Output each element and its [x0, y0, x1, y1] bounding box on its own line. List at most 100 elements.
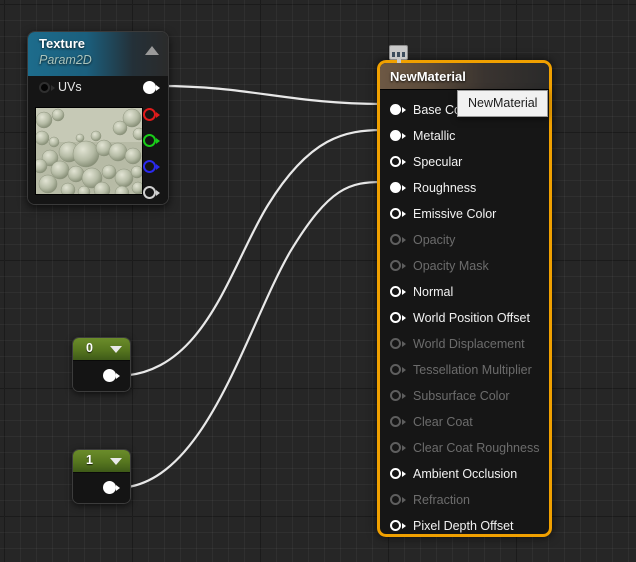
material-pin-row-specular[interactable]: Specular: [380, 149, 549, 175]
pin-ring-icon: [390, 155, 401, 167]
material-pin-metallic[interactable]: [390, 129, 406, 143]
pin-ring-icon: [143, 108, 156, 121]
pin-arrow-icon: [402, 418, 406, 425]
pin-ring-icon: [39, 82, 50, 93]
material-graph-canvas[interactable]: Texture Param2D UVs 0 1 NewMaterial Base…: [0, 0, 636, 562]
triangle-down-icon[interactable]: [110, 458, 122, 465]
material-pin-clear-coat-roughness[interactable]: [390, 441, 406, 455]
pin-ring-icon: [390, 493, 401, 505]
constant-node-1-output-pin[interactable]: [103, 481, 120, 494]
triangle-up-icon[interactable]: [145, 46, 159, 55]
triangle-down-icon[interactable]: [110, 346, 122, 353]
pin-ring-icon: [390, 467, 401, 479]
texture-output-pin-a[interactable]: [143, 186, 160, 199]
material-pin-opacity[interactable]: [390, 233, 406, 247]
pin-arrow-icon: [402, 288, 406, 295]
material-pin-row-tessellation-multiplier[interactable]: Tessellation Multiplier: [380, 357, 549, 383]
material-pin-row-emissive-color[interactable]: Emissive Color: [380, 201, 549, 227]
texture-output-pin-b[interactable]: [143, 160, 160, 173]
material-pin-label: Normal: [413, 285, 454, 299]
material-pin-row-metallic[interactable]: Metallic: [380, 123, 549, 149]
pin-arrow-icon: [156, 163, 160, 170]
material-pin-label: Tessellation Multiplier: [413, 363, 532, 377]
badge-dot: [402, 52, 405, 57]
material-pin-label: Metallic: [413, 129, 456, 143]
material-pin-ambient-occlusion[interactable]: [390, 467, 406, 481]
pin-ring-icon: [143, 81, 156, 94]
material-node-tooltip: NewMaterial: [457, 90, 549, 117]
material-pin-world-position-offset[interactable]: [390, 311, 406, 325]
material-pin-row-clear-coat[interactable]: Clear Coat: [380, 409, 549, 435]
material-pin-row-opacity[interactable]: Opacity: [380, 227, 549, 253]
material-pin-subsurface-color[interactable]: [390, 389, 406, 403]
constant-node-1[interactable]: 1: [72, 449, 131, 504]
material-apply-icon: [389, 45, 408, 63]
pin-ring-icon: [390, 259, 401, 271]
pin-arrow-icon: [402, 392, 406, 399]
constant-node-0-header[interactable]: 0: [73, 338, 130, 361]
material-node-header[interactable]: NewMaterial: [380, 63, 549, 90]
pin-arrow-icon: [51, 85, 55, 91]
material-pin-pixel-depth-offset[interactable]: [390, 519, 406, 533]
texture-thumbnail-image: [36, 108, 142, 194]
material-pin-clear-coat[interactable]: [390, 415, 406, 429]
material-pin-label: Opacity: [413, 233, 456, 247]
material-pin-row-normal[interactable]: Normal: [380, 279, 549, 305]
texture-node-header[interactable]: Texture Param2D: [28, 32, 168, 76]
pin-arrow-icon: [156, 137, 160, 144]
texture-output-pin-r[interactable]: [143, 108, 160, 121]
pin-arrow-icon: [402, 132, 406, 139]
material-pin-label: World Position Offset: [413, 311, 530, 325]
material-pin-refraction[interactable]: [390, 493, 406, 507]
material-pin-label: Pixel Depth Offset: [413, 519, 514, 533]
wire-constant1-to-roughness: [114, 180, 385, 490]
material-pin-row-roughness[interactable]: Roughness: [380, 175, 549, 201]
material-pin-row-clear-coat-roughness[interactable]: Clear Coat Roughness: [380, 435, 549, 461]
material-pin-world-displacement[interactable]: [390, 337, 406, 351]
pin-arrow-icon: [402, 444, 406, 451]
constant-node-0-body: [73, 361, 130, 391]
constant-node-0[interactable]: 0: [72, 337, 131, 392]
material-pin-base-color[interactable]: [390, 103, 406, 117]
material-pin-list: Base Color Metallic Specular Roughness Emiss…: [380, 90, 549, 534]
pin-ring-icon: [143, 134, 156, 147]
material-pin-normal[interactable]: [390, 285, 406, 299]
material-pin-row-opacity-mask[interactable]: Opacity Mask: [380, 253, 549, 279]
constant-node-1-header[interactable]: 1: [73, 450, 130, 473]
material-pin-row-subsurface-color[interactable]: Subsurface Color: [380, 383, 549, 409]
texture-sample-node[interactable]: Texture Param2D UVs: [27, 31, 169, 205]
constant-node-0-output-pin[interactable]: [103, 369, 120, 382]
pin-ring-icon: [390, 103, 401, 115]
material-pin-specular[interactable]: [390, 155, 406, 169]
pin-arrow-icon: [402, 262, 406, 269]
pin-arrow-icon: [402, 184, 406, 191]
pin-ring-icon: [143, 160, 156, 173]
texture-output-pin-g[interactable]: [143, 134, 160, 147]
material-pin-row-pixel-depth-offset[interactable]: Pixel Depth Offset: [380, 513, 549, 534]
constant-node-0-value: 0: [86, 341, 93, 355]
pin-ring-icon: [390, 389, 401, 401]
pin-ring-icon: [103, 369, 116, 382]
texture-input-row-uvs[interactable]: UVs: [28, 76, 168, 102]
material-pin-row-refraction[interactable]: Refraction: [380, 487, 549, 513]
pin-ring-icon: [390, 441, 401, 453]
pin-arrow-icon: [402, 236, 406, 243]
pin-arrow-icon: [402, 522, 406, 529]
material-pin-opacity-mask[interactable]: [390, 259, 406, 273]
material-pin-row-world-displacement[interactable]: World Displacement: [380, 331, 549, 357]
pin-ring-icon: [390, 207, 401, 219]
material-pin-roughness[interactable]: [390, 181, 406, 195]
material-output-node[interactable]: NewMaterial Base Color Metallic Specular Ro…: [377, 60, 552, 537]
material-pin-label: Opacity Mask: [413, 259, 489, 273]
material-pin-label: Clear Coat: [413, 415, 473, 429]
texture-input-pin-uvs[interactable]: [39, 82, 55, 95]
material-pin-row-world-position-offset[interactable]: World Position Offset: [380, 305, 549, 331]
material-pin-emissive-color[interactable]: [390, 207, 406, 221]
pin-arrow-icon: [156, 189, 160, 196]
material-pin-tessellation-multiplier[interactable]: [390, 363, 406, 377]
badge-dot: [392, 52, 395, 57]
material-pin-label: Clear Coat Roughness: [413, 441, 540, 455]
texture-output-pin-rgb[interactable]: [143, 81, 160, 94]
material-pin-row-ambient-occlusion[interactable]: Ambient Occlusion: [380, 461, 549, 487]
pin-ring-icon: [390, 285, 401, 297]
